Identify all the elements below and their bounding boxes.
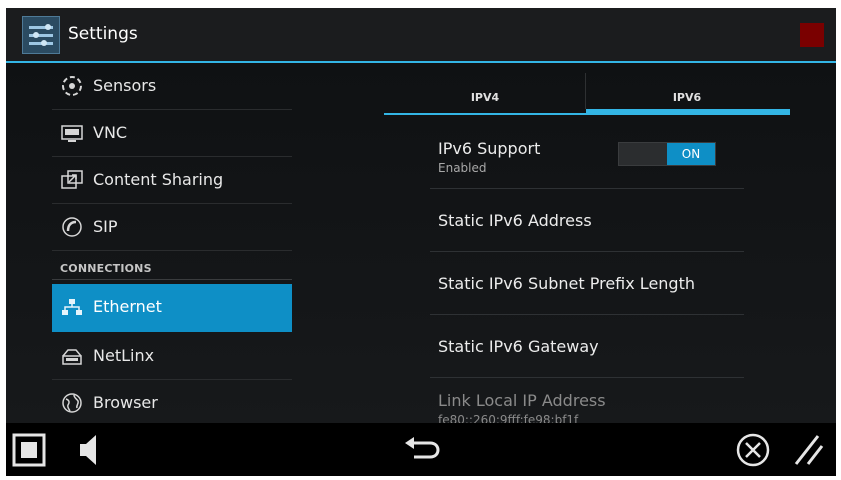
back-icon[interactable] (402, 437, 442, 467)
tab-label: IPV6 (672, 91, 702, 104)
tab-ipv4[interactable]: IPV4 (384, 63, 586, 115)
sidebar-item-netlinx[interactable]: NetLinx (52, 333, 292, 380)
action-bar: Settings (6, 8, 836, 63)
recent-apps-icon[interactable] (12, 433, 46, 471)
sidebar-item-label: Browser (93, 393, 158, 412)
volume-icon[interactable] (76, 432, 100, 472)
status-indicator (800, 23, 824, 47)
setting-title: Link Local IP Address (438, 391, 606, 410)
navigation-bar (6, 423, 836, 476)
settings-sidebar: Sensors VNC Content Sharing SIP CONNECTI… (52, 63, 292, 423)
page-title: Settings (68, 24, 138, 44)
section-header-connections: CONNECTIONS (60, 262, 152, 275)
sidebar-item-label: NetLinx (93, 346, 155, 365)
browser-icon (60, 392, 84, 414)
setting-ipv6-support[interactable]: IPv6 Support Enabled ON (430, 125, 744, 189)
divider (52, 279, 292, 280)
close-icon[interactable] (735, 432, 771, 472)
screen: Settings Sensors VNC Content Sharing SIP… (6, 8, 836, 476)
tab-label: IPV4 (470, 91, 500, 104)
ipv6-support-toggle[interactable]: ON (618, 142, 716, 166)
netlinx-icon (60, 345, 84, 367)
setting-title: IPv6 Support (438, 139, 541, 158)
sip-icon (60, 216, 84, 238)
content-area: Sensors VNC Content Sharing SIP CONNECTI… (6, 63, 836, 427)
tab-ipv6[interactable]: IPV6 (586, 63, 790, 115)
tab-underline (384, 113, 586, 115)
setting-link-local-ip: Link Local IP Address fe80::260:9fff:fe9… (430, 378, 744, 427)
toggle-on-label: ON (667, 143, 715, 165)
setting-static-ipv6-gateway[interactable]: Static IPv6 Gateway (430, 315, 744, 378)
sidebar-item-content-sharing[interactable]: Content Sharing (52, 157, 292, 204)
sidebar-item-ethernet[interactable]: Ethernet (52, 284, 292, 332)
setting-title: Static IPv6 Subnet Prefix Length (438, 274, 695, 293)
vnc-icon (60, 122, 84, 144)
settings-app-icon[interactable] (22, 16, 60, 54)
setting-summary: Enabled (438, 161, 487, 175)
sidebar-item-browser[interactable]: Browser (52, 380, 292, 426)
sidebar-item-label: Content Sharing (93, 170, 224, 189)
sidebar-item-sip[interactable]: SIP (52, 204, 292, 251)
ethernet-icon (60, 296, 84, 318)
setting-title: Static IPv6 Address (438, 211, 592, 230)
sidebar-item-label: Ethernet (93, 297, 162, 316)
setting-static-ipv6-address[interactable]: Static IPv6 Address (430, 189, 744, 252)
setting-title: Static IPv6 Gateway (438, 337, 599, 356)
sidebar-item-label: Sensors (93, 76, 157, 95)
sidebar-item-vnc[interactable]: VNC (52, 110, 292, 157)
content-sharing-icon (60, 169, 84, 191)
resize-handle-icon[interactable] (792, 432, 826, 472)
sidebar-item-label: VNC (93, 123, 128, 142)
setting-static-ipv6-subnet-prefix[interactable]: Static IPv6 Subnet Prefix Length (430, 252, 744, 315)
sidebar-item-label: SIP (93, 217, 118, 236)
ip-tabs: IPV4 IPV6 (384, 63, 790, 115)
sensors-icon (60, 75, 84, 97)
tab-selected-indicator (586, 109, 790, 115)
sidebar-item-sensors[interactable]: Sensors (52, 63, 292, 110)
